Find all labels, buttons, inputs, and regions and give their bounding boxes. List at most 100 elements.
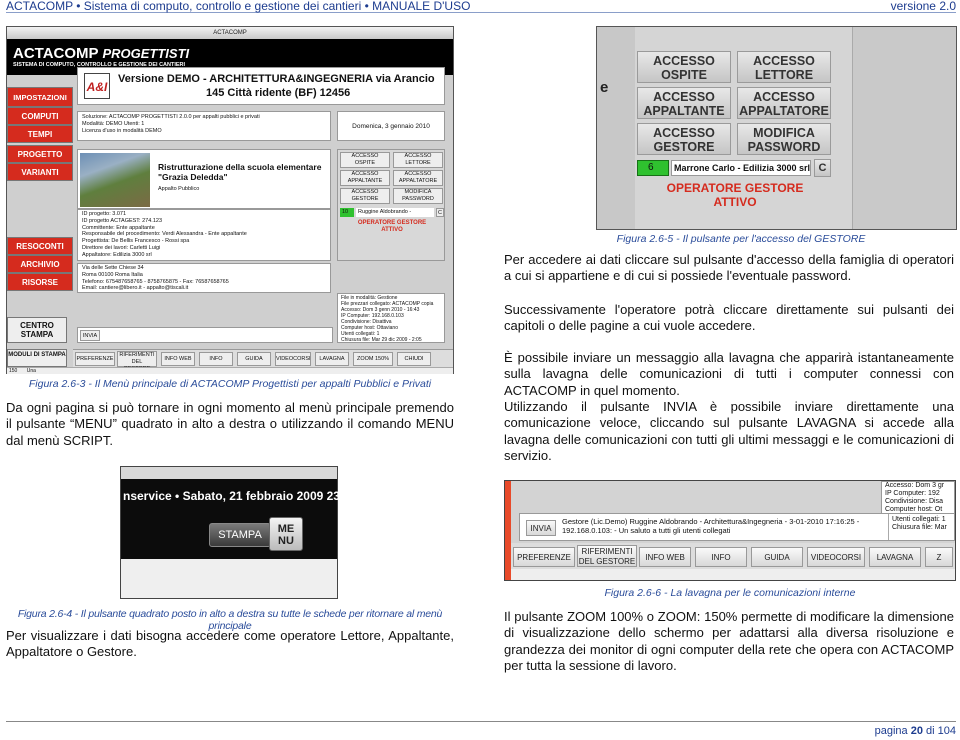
- menu-archivio[interactable]: ARCHIVIO: [7, 255, 73, 273]
- header-version: versione 2.0: [890, 0, 956, 13]
- detail-line: Progettista: De Bellis Francesco - Rossi…: [82, 238, 190, 245]
- detail-line: ID progetto: 3.071: [82, 211, 127, 217]
- left-strip: e: [597, 27, 635, 229]
- file-info-tail: Utenti collegati: 1 Chiusura file: Mar: [888, 514, 954, 540]
- menu-resoconti[interactable]: RESOCONTI: [7, 237, 73, 255]
- figure-caption-1: Figura 2.6-3 - Il Menù principale di ACT…: [28, 378, 432, 390]
- dark-header: nservice • Sabato, 21 febbraio 2009 23:0…: [121, 479, 357, 559]
- access-appaltatore-button[interactable]: ACCESSO APPALTATORE: [393, 170, 443, 186]
- figure-caption-4: Figura 2.6-6 - La lavagna per le comunic…: [604, 587, 856, 599]
- access-appaltante-button[interactable]: ACCESSO APPALTANTE: [637, 87, 731, 119]
- access-gestore-button[interactable]: ACCESSO GESTORE: [637, 123, 731, 155]
- menu-varianti[interactable]: VARIANTI: [7, 163, 73, 181]
- user-name-field[interactable]: Marrone Carlo - Edilizia 3000 srl: [671, 160, 811, 176]
- info-web-button[interactable]: INFO WEB: [161, 352, 195, 366]
- riferimenti-button[interactable]: RIFERIMENTI DEL GESTORE: [117, 351, 157, 372]
- send-message-button[interactable]: INVIA: [80, 330, 100, 341]
- operator-active-label: OPERATORE GESTORE ATTIVO: [666, 181, 804, 209]
- stampa-button[interactable]: STAMPA: [209, 523, 271, 547]
- menu-spacer: [7, 181, 73, 237]
- access-gestore-button[interactable]: ACCESSO GESTORE: [340, 188, 390, 204]
- modify-password-button[interactable]: MODIFICA PASSWORD: [393, 188, 443, 204]
- right-strip: [852, 27, 956, 229]
- address-line: Telefono: 675487658765 - 8758765875 - Fa…: [82, 278, 229, 285]
- company-logo: A&I: [84, 73, 110, 99]
- menu-tempi[interactable]: TEMPI: [7, 125, 73, 143]
- figure-caption-2: Figura 2.6-5 - Il pulsante per l'accesso…: [616, 233, 866, 245]
- guida-button[interactable]: GUIDA: [237, 352, 271, 366]
- address-line: Roma 00100 Roma Italia: [82, 271, 143, 278]
- detail-line: ID progetto ACTAGEST: 274.123: [82, 217, 162, 224]
- cut-letter: e: [600, 79, 609, 96]
- user-number-badge: 10: [340, 208, 354, 217]
- file-info-line: Condivisione: Disa: [885, 498, 943, 505]
- bottom-strip: [511, 569, 955, 580]
- lower-area: [121, 559, 337, 598]
- menu-risorse[interactable]: RISORSE: [7, 273, 73, 291]
- operator-active-label: OPERATORE GESTORE ATTIVO: [357, 220, 427, 233]
- detail-line: Direttore dei lavori: Carletti Luigi: [82, 244, 161, 251]
- bottom-toolbar: PREFERENZE RIFERIMENTI DEL GESTORE INFO …: [511, 543, 955, 569]
- user-clear-button[interactable]: C: [814, 159, 831, 177]
- access-ospite-button[interactable]: ACCESSO OSPITE: [340, 152, 390, 168]
- paragraph-2: Per accedere ai dati cliccare sul pulsan…: [504, 252, 954, 284]
- current-page: 20: [910, 725, 923, 737]
- page-footer: pagina 20 di 104: [6, 721, 956, 739]
- mode-status: Una: [26, 368, 36, 374]
- send-message-button[interactable]: INVIA: [526, 520, 556, 536]
- bottom-toolbar: PREFERENZE RIFERIMENTI DEL GESTORE INFO …: [73, 349, 453, 372]
- detail-line: Appaltatore: Edilizia 3000 srl: [82, 251, 152, 258]
- paragraph-6: Per visualizzare i dati bisogna accedere…: [6, 628, 454, 660]
- access-appaltante-button[interactable]: ACCESSO APPALTANTE: [340, 170, 390, 186]
- top-strip: [121, 467, 337, 479]
- header-title: ACTACOMP • Sistema di computo, controllo…: [6, 0, 471, 13]
- page-of: di: [926, 725, 935, 737]
- menu-centro-stampa[interactable]: CENTRO STAMPA: [7, 317, 67, 343]
- lavagna-button[interactable]: LAVAGNA: [869, 547, 921, 567]
- project-card: Ristrutturazione della scuola elementare…: [77, 149, 331, 209]
- access-ospite-button[interactable]: ACCESSO OSPITE: [637, 51, 731, 83]
- riferimenti-button[interactable]: RIFERIMENTI DEL GESTORE: [577, 545, 637, 567]
- version-line-1: Versione DEMO - ARCHITETTURA&INGEGNERIA …: [118, 73, 435, 85]
- access-lettore-button[interactable]: ACCESSO LETTORE: [393, 152, 443, 168]
- info-button[interactable]: INFO: [199, 352, 233, 366]
- menu-square-button[interactable]: ME NU: [269, 517, 303, 551]
- user-name-field[interactable]: Ruggine Aldobrando -: [356, 208, 434, 217]
- guida-button[interactable]: GUIDA: [751, 547, 803, 567]
- access-lettore-button[interactable]: ACCESSO LETTORE: [737, 51, 831, 83]
- menu-impostazioni[interactable]: IMPOSTAZIONI: [7, 87, 73, 107]
- brand-title: ACTACOMP PROGETTISTI: [13, 45, 190, 62]
- videocorsi-button[interactable]: VIDEOCORSI: [275, 352, 311, 366]
- preferenze-button[interactable]: PREFERENZE: [75, 352, 115, 366]
- menu-computi[interactable]: COMPUTI: [7, 107, 73, 125]
- lavagna-button[interactable]: LAVAGNA: [315, 352, 349, 366]
- modify-password-button[interactable]: MODIFICA PASSWORD: [737, 123, 831, 155]
- project-details: ID progetto: 3.071 ID progetto ACTAGEST:…: [77, 209, 331, 261]
- file-info-panel: File in modalità: Gestione File prezzari…: [337, 293, 445, 343]
- preferenze-button[interactable]: PREFERENZE: [513, 547, 575, 567]
- access-panel: ACCESSO OSPITE ACCESSO LETTORE ACCESSO A…: [337, 149, 445, 261]
- file-info-line: Utenti collegati: 1: [892, 516, 946, 523]
- info-line: Licenza d'uso in modalità DEMO: [82, 127, 162, 134]
- menu-moduli-stampa[interactable]: MODULI DI STAMPA: [7, 349, 67, 367]
- info-line: Modalità: DEMO Utenti: 1: [82, 120, 145, 127]
- info-line: Soluzione: ACTACOMP PROGETTISTI 2.0.0 pe…: [82, 114, 260, 120]
- file-info-line: Chiusura file: Mar: [892, 524, 947, 531]
- date-time-label: nservice • Sabato, 21 febbraio 2009 23:0…: [123, 489, 358, 503]
- file-info-line: Accesso: Dom 3 gr: [885, 482, 945, 489]
- paragraph-7: Il pulsante ZOOM 100% o ZOOM: 150% perme…: [504, 609, 954, 674]
- gestore-access-screenshot: e ACCESSO OSPITE ACCESSO LETTORE ACCESSO…: [596, 26, 957, 230]
- zoom-button[interactable]: Z: [925, 547, 953, 567]
- message-text: Gestore (Lic.Demo) Ruggine Aldobrando - …: [562, 517, 860, 535]
- page-label: pagina: [874, 725, 908, 737]
- info-web-button[interactable]: INFO WEB: [639, 547, 691, 567]
- chiudi-button[interactable]: CHIUDI: [397, 352, 431, 366]
- info-button[interactable]: INFO: [695, 547, 747, 567]
- menu-progetto[interactable]: PROGETTO: [7, 145, 73, 163]
- user-clear-button[interactable]: C: [436, 208, 444, 217]
- project-address: Via delle Sette Chiese 34 Roma 00100 Rom…: [77, 263, 331, 293]
- status-bar: 150 Una: [7, 367, 453, 374]
- access-appaltatore-button[interactable]: ACCESSO APPALTATORE: [737, 87, 831, 119]
- videocorsi-button[interactable]: VIDEOCORSI: [807, 547, 865, 567]
- zoom-button[interactable]: ZOOM 150%: [353, 352, 393, 366]
